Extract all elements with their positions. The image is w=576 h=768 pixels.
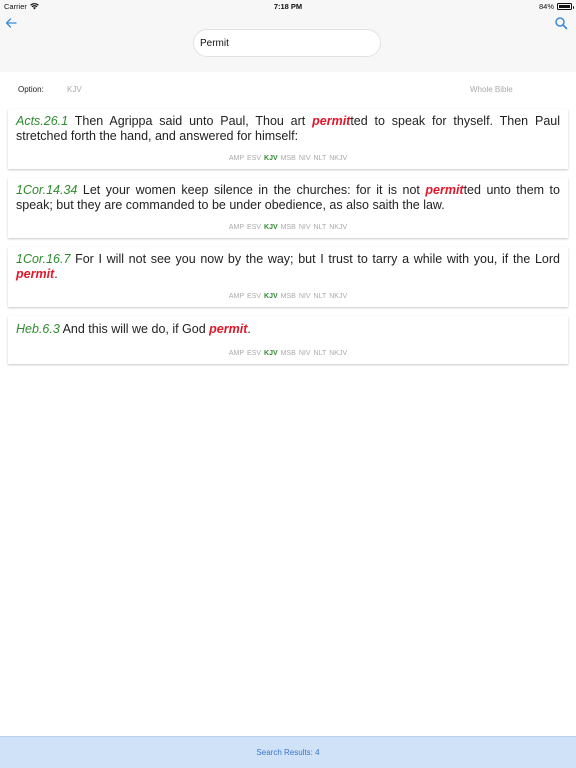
verse-segment: Let your women keep silence in the churc… — [77, 183, 426, 197]
verse-reference[interactable]: 1Cor.14.34 — [16, 183, 77, 197]
back-arrow-icon[interactable] — [4, 16, 18, 30]
verse-reference[interactable]: 1Cor.16.7 — [16, 252, 70, 266]
options-row: Option: KJV Whole Bible — [0, 82, 576, 98]
status-battery-group: 84% — [538, 2, 574, 11]
version-link-nlt[interactable]: NLT — [314, 350, 327, 357]
version-selector[interactable]: KJV — [67, 85, 82, 94]
version-link-esv[interactable]: ESV — [247, 155, 261, 162]
verse-text: Acts.26.1 Then Agrippa said unto Paul, T… — [16, 114, 560, 144]
version-link-niv[interactable]: NIV — [299, 155, 311, 162]
search-results-footer: Search Results: 4 — [0, 736, 576, 768]
verse-segment: For I will not see you now by the way; b… — [70, 252, 560, 266]
version-link-kjv[interactable]: KJV — [264, 293, 278, 300]
result-card[interactable]: 1Cor.14.34 Let your women keep silence i… — [8, 178, 568, 238]
option-label: Option: — [18, 85, 44, 94]
version-link-msb[interactable]: MSB — [281, 224, 296, 231]
search-highlight: permit — [16, 267, 55, 281]
verse-text: 1Cor.16.7 For I will not see you now by … — [16, 252, 560, 282]
version-link-nkjv[interactable]: NKJV — [329, 293, 347, 300]
search-input[interactable] — [193, 29, 381, 57]
version-link-esv[interactable]: ESV — [247, 350, 261, 357]
version-links: AMP ESV KJV MSB NIV NLT NKJV — [8, 350, 568, 357]
search-icon[interactable] — [554, 16, 568, 30]
result-card[interactable]: Heb.6.3 And this will we do, if God perm… — [8, 316, 568, 364]
battery-icon — [557, 3, 574, 10]
status-time: 7:18 PM — [273, 2, 303, 11]
version-link-msb[interactable]: MSB — [281, 293, 296, 300]
version-link-msb[interactable]: MSB — [281, 350, 296, 357]
version-link-amp[interactable]: AMP — [229, 350, 244, 357]
version-link-nlt[interactable]: NLT — [314, 155, 327, 162]
version-links: AMP ESV KJV MSB NIV NLT NKJV — [8, 155, 568, 162]
version-link-nkjv[interactable]: NKJV — [329, 350, 347, 357]
version-link-niv[interactable]: NIV — [299, 224, 311, 231]
result-card[interactable]: 1Cor.16.7 For I will not see you now by … — [8, 247, 568, 307]
version-link-esv[interactable]: ESV — [247, 293, 261, 300]
version-link-amp[interactable]: AMP — [229, 155, 244, 162]
verse-segment: . — [54, 267, 58, 281]
scope-selector[interactable]: Whole Bible — [470, 85, 513, 94]
result-card[interactable]: Acts.26.1 Then Agrippa said unto Paul, T… — [8, 109, 568, 169]
verse-text: Heb.6.3 And this will we do, if God perm… — [16, 322, 560, 337]
version-link-nkjv[interactable]: NKJV — [329, 155, 347, 162]
status-bar: Carrier 7:18 PM 84% — [0, 0, 576, 12]
search-highlight: permit — [209, 322, 248, 336]
version-link-amp[interactable]: AMP — [229, 224, 244, 231]
version-link-nlt[interactable]: NLT — [314, 224, 327, 231]
battery-percent: 84% — [538, 2, 554, 11]
verse-segment: And this will we do, if God — [59, 322, 210, 336]
search-highlight: permit — [312, 114, 351, 128]
version-link-kjv[interactable]: KJV — [264, 350, 278, 357]
verse-reference[interactable]: Acts.26.1 — [16, 114, 68, 128]
verse-segment: Then Agrippa said unto Paul, Thou art — [68, 114, 313, 128]
verse-segment: . — [247, 322, 251, 336]
version-link-kjv[interactable]: KJV — [264, 155, 278, 162]
version-link-esv[interactable]: ESV — [247, 224, 261, 231]
version-link-msb[interactable]: MSB — [281, 155, 296, 162]
version-links: AMP ESV KJV MSB NIV NLT NKJV — [8, 224, 568, 231]
battery-fill — [559, 5, 570, 8]
version-links: AMP ESV KJV MSB NIV NLT NKJV — [8, 293, 568, 300]
version-link-nkjv[interactable]: NKJV — [329, 224, 347, 231]
search-highlight: permit — [425, 183, 464, 197]
version-link-nlt[interactable]: NLT — [314, 293, 327, 300]
version-link-niv[interactable]: NIV — [299, 350, 311, 357]
version-link-amp[interactable]: AMP — [229, 293, 244, 300]
search-results-count: Search Results: 4 — [256, 748, 320, 757]
top-bar: Carrier 7:18 PM 84% — [0, 0, 576, 72]
verse-text: 1Cor.14.34 Let your women keep silence i… — [16, 183, 560, 213]
verse-reference[interactable]: Heb.6.3 — [16, 322, 60, 336]
version-link-kjv[interactable]: KJV — [264, 224, 278, 231]
version-link-niv[interactable]: NIV — [299, 293, 311, 300]
